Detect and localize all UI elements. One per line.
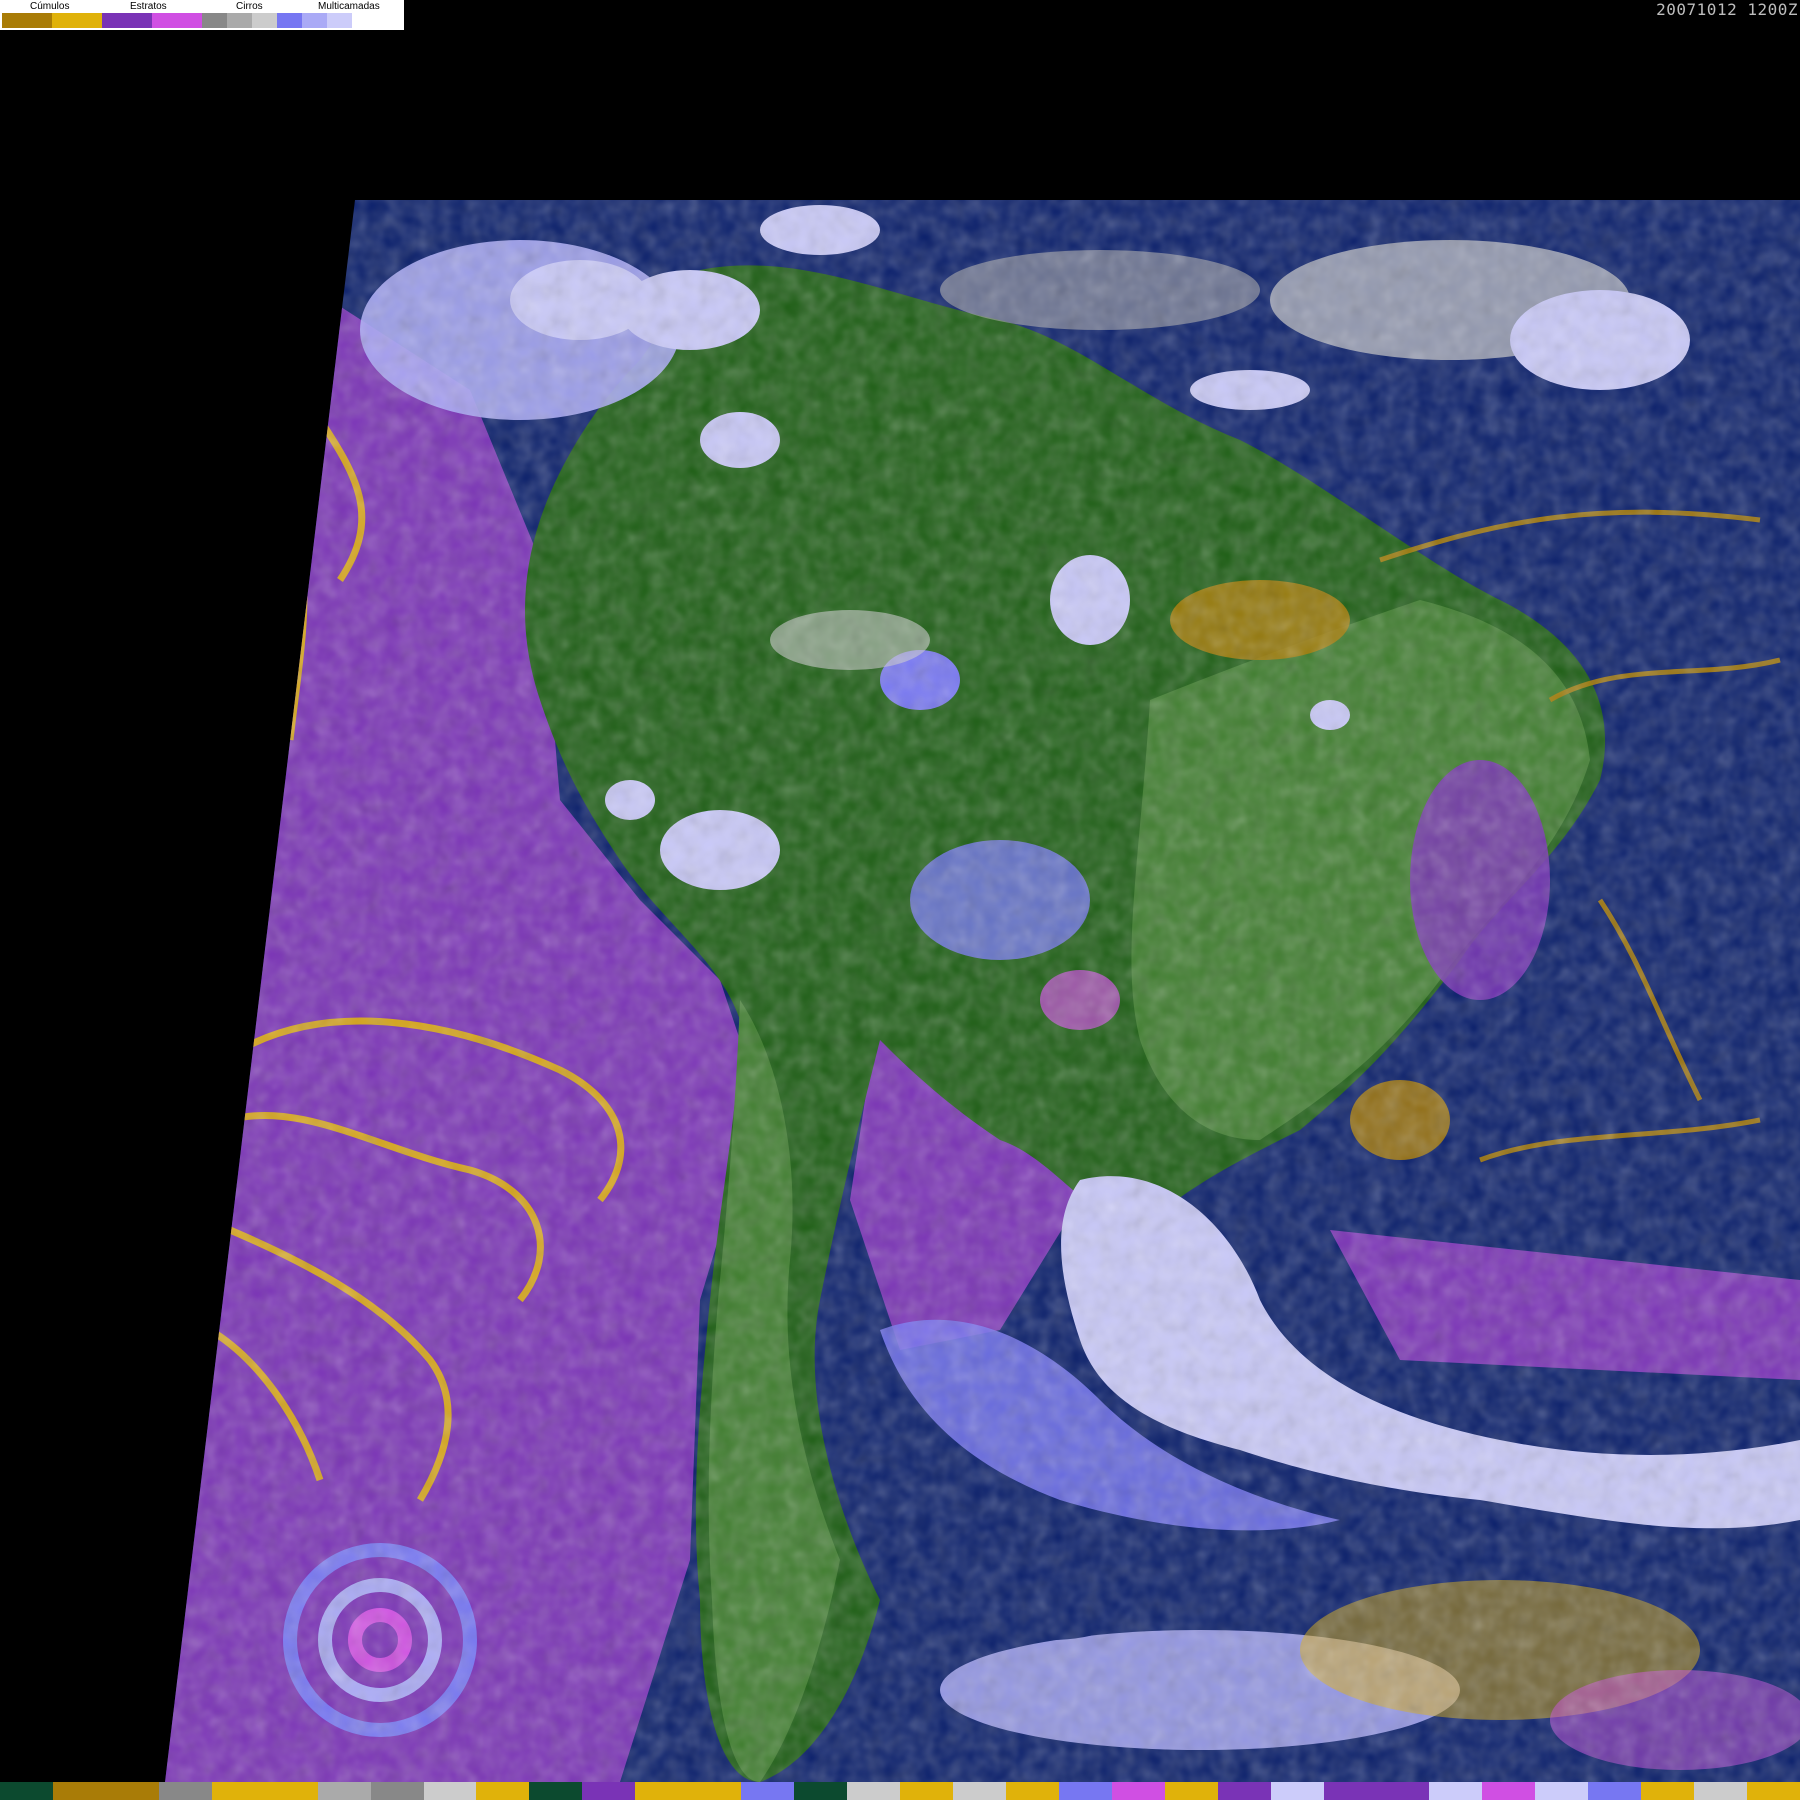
bottom-strip-cell [423,1782,477,1800]
bottom-strip-cell [900,1782,953,1800]
bottom-strip-cell [52,1782,106,1800]
bottom-strip-cell [158,1782,212,1800]
bottom-strip-cell [264,1782,318,1800]
legend-swatch [152,13,202,28]
bottom-strip-cell [1005,1782,1059,1800]
legend-swatch [327,13,352,28]
bottom-strip-cell [1747,1782,1800,1800]
legend-swatch [202,13,227,28]
bottom-strip-cell [1535,1782,1589,1800]
bottom-strip-cell [1217,1782,1271,1800]
legend-swatch [252,13,277,28]
bottom-strip-cell [370,1782,424,1800]
bottom-strip-cell [476,1782,530,1800]
legend-swatch [302,13,327,28]
legend-swatch [52,13,102,28]
bottom-strip-cell [794,1782,848,1800]
bottom-strip-cell [105,1782,159,1800]
bottom-strip-cell [1323,1782,1377,1800]
bottom-strip-cell [582,1782,636,1800]
bottom-strip-cell [1641,1782,1695,1800]
cloud-type-legend: Cúmulos Estratos Cirros Multicamadas [0,0,404,30]
bottom-strip-cell [529,1782,583,1800]
bottom-color-strip [0,1782,1800,1800]
legend-swatch [102,13,152,28]
bottom-strip-cell [847,1782,901,1800]
legend-label-0: Cúmulos [30,1,70,12]
timestamp-label: 20071012 1200Z [1656,0,1798,19]
bottom-strip-cell [211,1782,265,1800]
bottom-strip-cell [1694,1782,1748,1800]
legend-label-3: Multicamadas [318,1,380,12]
bottom-strip-cell [1482,1782,1536,1800]
bottom-strip-cell [1164,1782,1218,1800]
legend-label-2: Cirros [236,1,263,12]
satellite-cloud-map [165,200,1800,1782]
bottom-strip-cell [1058,1782,1112,1800]
bottom-strip-cell [1429,1782,1483,1800]
bottom-strip-cell [741,1782,795,1800]
bottom-strip-cell [1270,1782,1324,1800]
legend-label-1: Estratos [130,1,167,12]
bottom-strip-cell [1111,1782,1165,1800]
legend-swatch [277,13,302,28]
legend-swatch [227,13,252,28]
bottom-strip-cell [317,1782,371,1800]
bottom-strip-cell [688,1782,742,1800]
bottom-strip-cell [0,1782,53,1800]
bottom-strip-cell [635,1782,689,1800]
bottom-strip-cell [952,1782,1006,1800]
legend-swatch [2,13,52,28]
bottom-strip-cell [1376,1782,1430,1800]
bottom-strip-cell [1588,1782,1642,1800]
